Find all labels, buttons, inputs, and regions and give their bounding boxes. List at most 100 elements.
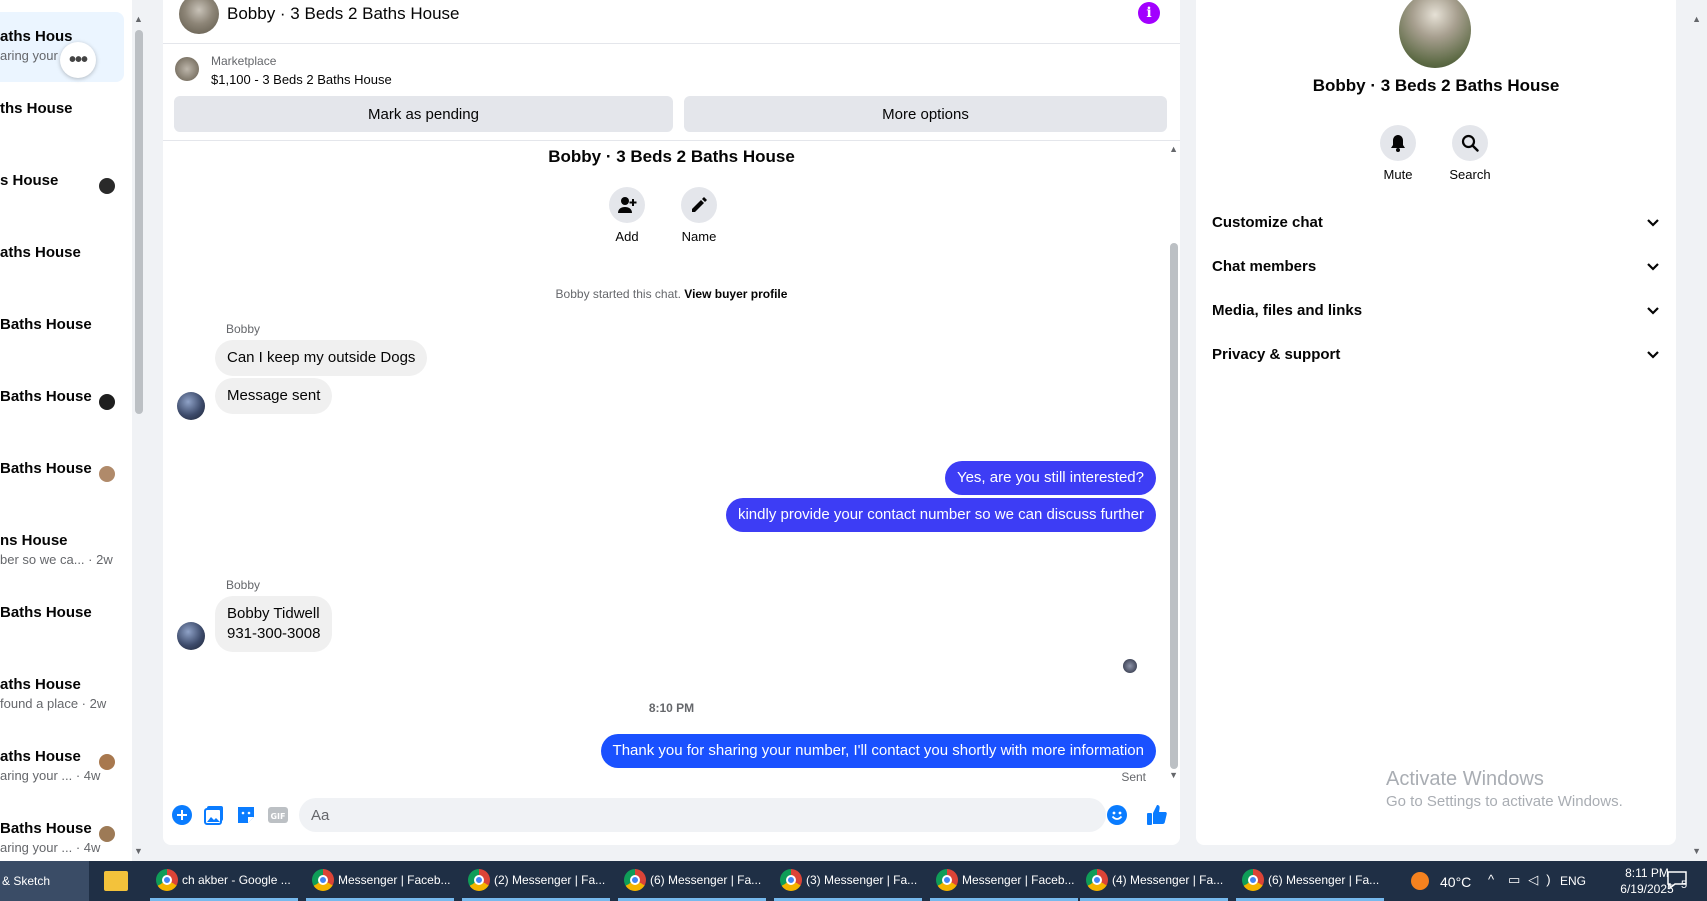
listing-thumbnail[interactable] xyxy=(175,57,199,81)
conversation-item[interactable]: s House xyxy=(0,156,124,226)
conversation-title: aths Hous xyxy=(0,28,73,45)
add-people-action[interactable]: Add xyxy=(599,187,655,244)
section-label: Media, files and links xyxy=(1212,301,1363,319)
weather-icon[interactable] xyxy=(1411,872,1429,890)
taskbar-app-snip-sketch[interactable]: & Sketch xyxy=(0,861,89,901)
scrollbar-thumb[interactable] xyxy=(135,30,143,414)
more-options-icon[interactable]: ••• xyxy=(60,42,96,78)
conversation-title: aths House xyxy=(0,244,81,261)
chrome-icon xyxy=(780,868,802,891)
notification-center-icon[interactable]: 5 xyxy=(1666,869,1690,893)
scroll-down-icon[interactable]: ▼ xyxy=(1169,770,1178,780)
scroll-down-icon[interactable]: ▼ xyxy=(1692,846,1701,856)
taskbar-chrome-window[interactable]: (6) Messenger | Fa... xyxy=(1236,861,1384,901)
bell-icon[interactable] xyxy=(1380,125,1416,161)
section-media-files-links[interactable]: Media, files and links xyxy=(1212,288,1660,332)
conversation-item[interactable]: Baths House aring your ... · 4w xyxy=(0,804,124,861)
marketplace-bar: Marketplace $1,100 - 3 Beds 2 Baths Hous… xyxy=(163,45,1180,141)
bobby-avatar[interactable] xyxy=(177,622,205,650)
conversation-title: aths House xyxy=(0,676,81,693)
conversation-title: Baths House xyxy=(0,604,92,621)
language-indicator[interactable]: ENG xyxy=(1560,874,1586,888)
conversation-item[interactable]: aths House aring your ... · 4w xyxy=(0,732,124,802)
conversation-preview: aring your ... · 4w xyxy=(0,768,101,783)
incoming-message[interactable]: Bobby Tidwell 931-300-3008 xyxy=(215,596,333,652)
scroll-up-icon[interactable]: ▲ xyxy=(134,14,143,24)
chat-center-title: Bobby · 3 Beds 2 Baths House xyxy=(548,147,795,166)
taskbar-window-label: (4) Messenger | Fa... xyxy=(1112,872,1224,887)
read-receipt-avatar xyxy=(99,826,115,842)
conversation-item[interactable]: ths House xyxy=(0,84,124,154)
conversation-item[interactable]: ns House ber so we ca... · 2w xyxy=(0,516,124,586)
search-action[interactable]: Search xyxy=(1440,125,1500,182)
gif-icon[interactable]: GIF xyxy=(267,804,289,826)
listing-avatar[interactable] xyxy=(179,0,219,34)
page-scrollbar[interactable] xyxy=(1685,0,1707,861)
mute-action[interactable]: Mute xyxy=(1368,125,1428,182)
conversation-item[interactable]: aths House found a place · 2w xyxy=(0,660,124,730)
incoming-message[interactable]: Message sent xyxy=(215,378,333,414)
chevron-down-icon xyxy=(1647,351,1659,359)
system-tray-icons[interactable]: ▭◁) xyxy=(1508,872,1559,888)
message-timestamp: 8:10 PM xyxy=(648,701,695,715)
scrollbar-thumb[interactable] xyxy=(1170,243,1178,769)
conversation-item[interactable]: aths House xyxy=(0,228,124,298)
scroll-up-icon[interactable]: ▲ xyxy=(1169,144,1178,154)
sticker-icon[interactable] xyxy=(235,804,257,826)
search-label: Search xyxy=(1449,167,1491,182)
taskbar-chrome-window[interactable]: (2) Messenger | Fa... xyxy=(462,861,610,901)
chat-started-notice: Bobby started this chat. View buyer prof… xyxy=(163,287,1180,301)
info-icon[interactable]: i xyxy=(1138,2,1160,24)
sent-status: Sent xyxy=(1121,770,1146,784)
conversation-list: aths Hous aring your n m ••• ths House s… xyxy=(0,0,132,861)
section-chat-members[interactable]: Chat members xyxy=(1212,244,1660,288)
outgoing-message[interactable]: Yes, are you still interested? xyxy=(944,461,1156,495)
conversation-item[interactable]: Baths House xyxy=(0,444,124,514)
message-line: Bobby Tidwell xyxy=(227,605,320,622)
taskbar-window-label: ch akber - Google ... xyxy=(182,872,291,887)
section-privacy-support[interactable]: Privacy & support xyxy=(1212,332,1660,376)
outgoing-message[interactable]: kindly provide your contact number so we… xyxy=(725,498,1156,532)
taskbar-chrome-window[interactable]: Messenger | Faceb... xyxy=(306,861,454,901)
taskbar-chrome-window[interactable]: ch akber - Google ... xyxy=(150,861,298,901)
conversation-item[interactable]: Baths House xyxy=(0,372,124,442)
name-chat-action[interactable]: Name xyxy=(671,187,727,244)
taskbar-chrome-window[interactable]: (4) Messenger | Fa... xyxy=(1080,861,1228,901)
add-person-icon[interactable] xyxy=(609,187,645,223)
chevron-up-icon[interactable]: ^ xyxy=(1488,872,1494,887)
plus-icon[interactable] xyxy=(171,804,193,826)
section-customize-chat[interactable]: Customize chat xyxy=(1212,200,1660,244)
taskbar-chrome-window[interactable]: (6) Messenger | Fa... xyxy=(618,861,766,901)
conversation-item[interactable]: aths Hous aring your n m ••• xyxy=(0,12,124,82)
photo-icon[interactable] xyxy=(203,804,225,826)
message-input[interactable] xyxy=(299,798,1106,832)
mark-pending-button[interactable]: Mark as pending xyxy=(174,96,673,132)
conversation-title: aths House xyxy=(0,748,81,765)
scroll-up-icon[interactable]: ▲ xyxy=(1692,14,1701,24)
taskbar-chrome-window[interactable]: (3) Messenger | Fa... xyxy=(774,861,922,901)
thumbs-up-icon[interactable] xyxy=(1146,804,1168,826)
bobby-avatar[interactable] xyxy=(177,392,205,420)
svg-text:GIF: GIF xyxy=(270,812,285,821)
conversation-item[interactable]: Baths House xyxy=(0,588,124,658)
chat-title[interactable]: Bobby · 3 Beds 2 Baths House xyxy=(227,4,459,24)
pencil-icon[interactable] xyxy=(681,187,717,223)
view-buyer-profile-link[interactable]: View buyer profile xyxy=(684,287,787,301)
scroll-down-icon[interactable]: ▼ xyxy=(134,846,143,856)
taskbar-chrome-window[interactable]: Messenger | Faceb... xyxy=(930,861,1078,901)
outgoing-message[interactable]: Thank you for sharing your number, I'll … xyxy=(600,734,1156,768)
taskbar-window-label: Messenger | Faceb... xyxy=(962,872,1075,887)
incoming-message[interactable]: Can I keep my outside Dogs xyxy=(215,340,428,376)
listing-price[interactable]: $1,100 - 3 Beds 2 Baths House xyxy=(211,72,392,87)
section-label: Chat members xyxy=(1212,257,1317,275)
conversation-item[interactable]: Baths House xyxy=(0,300,124,370)
section-label: Customize chat xyxy=(1212,213,1323,231)
more-options-button[interactable]: More options xyxy=(684,96,1167,132)
listing-photo[interactable] xyxy=(1399,0,1471,68)
weather-temperature[interactable]: 40°C xyxy=(1440,874,1471,890)
search-icon[interactable] xyxy=(1452,125,1488,161)
section-label: Privacy & support xyxy=(1212,345,1341,363)
emoji-icon[interactable] xyxy=(1106,804,1128,826)
taskbar-window-label: Messenger | Faceb... xyxy=(338,872,451,887)
file-explorer-icon[interactable] xyxy=(104,871,128,891)
